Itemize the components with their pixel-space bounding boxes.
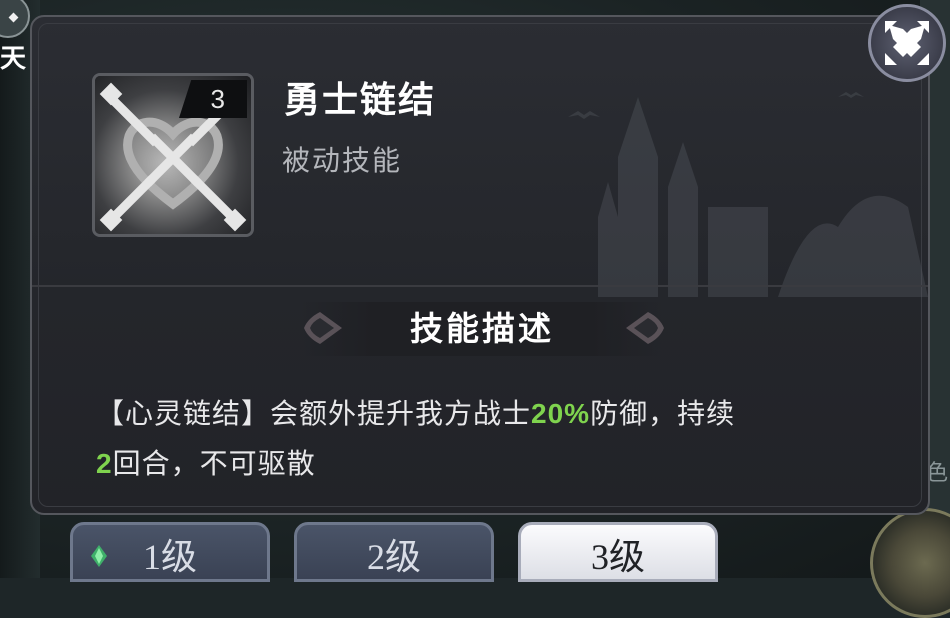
skill-type: 被动技能 — [282, 145, 403, 176]
skill-name: 勇士链结 — [284, 79, 437, 120]
skill-detail-panel: 3 勇士链结 被动技能 技能描述 【心灵链结】会额外提升我方战士20%防御，持续… — [30, 15, 930, 515]
section-divider — [32, 285, 928, 287]
skill-description: 【心灵链结】会额外提升我方战士20%防御，持续 2回合，不可驱散 — [96, 389, 886, 489]
level-tabs: 1级 2级 3级 — [70, 522, 730, 582]
menu-icon[interactable] — [0, 0, 30, 38]
description-highlight-turns: 2 — [96, 448, 113, 479]
skill-icon-frame: 3 — [92, 73, 254, 237]
tab-level-1[interactable]: 1级 — [70, 522, 270, 582]
description-text-1: 【心灵链结】会额外提升我方战士 — [96, 398, 532, 429]
tab-level-2[interactable]: 2级 — [294, 522, 494, 582]
close-icon — [885, 21, 929, 65]
description-highlight-percent: 20% — [531, 398, 591, 429]
tab-label: 1级 — [142, 537, 197, 577]
section-title: 技能描述 — [410, 310, 554, 347]
castle-silhouette-icon — [568, 92, 928, 297]
tab-level-3[interactable]: 3级 — [518, 522, 718, 582]
tab-label: 2级 — [366, 537, 421, 577]
gem-icon — [91, 545, 107, 567]
description-text-2: 防御，持续 — [590, 398, 736, 429]
tab-label: 3级 — [590, 537, 645, 577]
description-text-3: 回合，不可驱散 — [112, 448, 316, 479]
close-button[interactable] — [868, 4, 946, 82]
left-side-label: 天 — [0, 43, 27, 73]
